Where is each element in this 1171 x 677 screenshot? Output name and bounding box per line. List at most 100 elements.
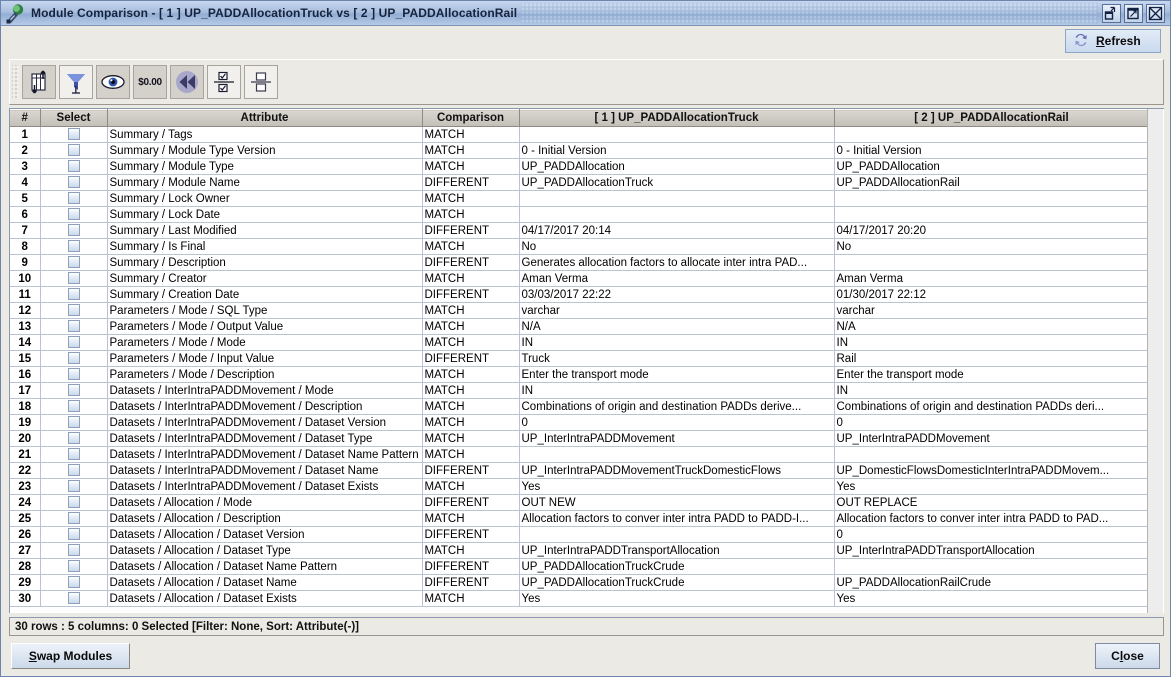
module-1-value-cell[interactable]: 0 - Initial Version — [519, 142, 835, 159]
comparison-cell[interactable]: MATCH — [422, 510, 520, 527]
row-number[interactable]: 23 — [10, 478, 41, 495]
attribute-cell[interactable]: Summary / Description — [107, 254, 423, 271]
attribute-cell[interactable]: Summary / Is Final — [107, 238, 423, 255]
module-2-value-cell[interactable]: IN — [834, 382, 1150, 399]
row-select-cell[interactable] — [40, 430, 108, 447]
module-2-value-cell[interactable]: UP_InterIntraPADDTransportAllocation — [834, 542, 1150, 559]
row-select-cell[interactable] — [40, 446, 108, 463]
attribute-cell[interactable]: Summary / Creator — [107, 270, 423, 287]
row-select-cell[interactable] — [40, 190, 108, 207]
module-2-value-cell[interactable]: No — [834, 238, 1150, 255]
table-row[interactable]: 27 Datasets / Allocation / Dataset Type MA… — [10, 542, 1150, 559]
table-row[interactable]: 1 Summary / Tags MATCH — [10, 126, 1150, 143]
row-select-cell[interactable] — [40, 142, 108, 159]
row-select-checkbox[interactable] — [67, 272, 80, 285]
module-2-value-cell[interactable]: UP_PADDAllocationRail — [834, 174, 1150, 191]
comparison-cell[interactable]: MATCH — [422, 158, 520, 175]
row-select-checkbox[interactable] — [67, 480, 80, 493]
module-1-value-cell[interactable]: UP_InterIntraPADDTransportAllocation — [519, 542, 835, 559]
module-1-value-cell[interactable]: 04/17/2017 20:14 — [519, 222, 835, 239]
comparison-cell[interactable]: DIFFERENT — [422, 462, 520, 479]
module-2-value-cell[interactable]: Yes — [834, 590, 1150, 607]
comparison-cell[interactable]: MATCH — [422, 190, 520, 207]
module-2-value-cell[interactable]: OUT REPLACE — [834, 494, 1150, 511]
row-select-cell[interactable] — [40, 462, 108, 479]
row-select-cell[interactable] — [40, 494, 108, 511]
attribute-cell[interactable]: Datasets / Allocation / Dataset Version — [107, 526, 423, 543]
comparison-cell[interactable]: MATCH — [422, 206, 520, 223]
attribute-cell[interactable]: Datasets / Allocation / Dataset Type — [107, 542, 423, 559]
module-2-value-cell[interactable] — [834, 254, 1150, 271]
row-select-cell[interactable] — [40, 350, 108, 367]
row-number[interactable]: 8 — [10, 238, 41, 255]
row-select-cell[interactable] — [40, 510, 108, 527]
comparison-cell[interactable]: MATCH — [422, 446, 520, 463]
row-number[interactable]: 22 — [10, 462, 41, 479]
row-select-checkbox[interactable] — [67, 544, 80, 557]
comparison-cell[interactable]: MATCH — [422, 590, 520, 607]
row-select-cell[interactable] — [40, 590, 108, 607]
row-number[interactable]: 15 — [10, 350, 41, 367]
row-select-cell[interactable] — [40, 574, 108, 591]
module-1-value-cell[interactable]: Allocation factors to conver inter intra… — [519, 510, 835, 527]
module-2-value-cell[interactable]: UP_InterIntraPADDMovement — [834, 430, 1150, 447]
row-select-cell[interactable] — [40, 334, 108, 351]
restore-icon[interactable] — [1102, 3, 1121, 23]
attribute-cell[interactable]: Datasets / Allocation / Dataset Name — [107, 574, 423, 591]
comparison-cell[interactable]: MATCH — [422, 430, 520, 447]
row-select-cell[interactable] — [40, 542, 108, 559]
attribute-cell[interactable]: Summary / Lock Date — [107, 206, 423, 223]
comparison-cell[interactable]: MATCH — [422, 542, 520, 559]
close-button[interactable]: Close — [1095, 643, 1160, 669]
attribute-cell[interactable]: Datasets / Allocation / Dataset Exists — [107, 590, 423, 607]
module-2-value-cell[interactable]: IN — [834, 334, 1150, 351]
module-1-value-cell[interactable] — [519, 190, 835, 207]
row-select-checkbox[interactable] — [67, 368, 80, 381]
row-select-checkbox[interactable] — [67, 160, 80, 173]
module-1-value-cell[interactable]: IN — [519, 382, 835, 399]
table-row[interactable]: 17 Datasets / InterIntraPADDMovement / Mo… — [10, 382, 1150, 399]
scrollbar-thumb[interactable] — [1149, 110, 1162, 580]
table-row[interactable]: 7 Summary / Last Modified DIFFERENT 04/17/2… — [10, 222, 1150, 239]
module-1-value-cell[interactable] — [519, 206, 835, 223]
attribute-cell[interactable]: Summary / Module Type Version — [107, 142, 423, 159]
row-select-checkbox[interactable] — [67, 448, 80, 461]
module-2-value-cell[interactable]: UP_PADDAllocation — [834, 158, 1150, 175]
attribute-cell[interactable]: Parameters / Mode / Description — [107, 366, 423, 383]
row-number[interactable]: 30 — [10, 590, 41, 607]
row-select-cell[interactable] — [40, 286, 108, 303]
module-2-value-cell[interactable]: Combinations of origin and destination P… — [834, 398, 1150, 415]
attribute-cell[interactable]: Datasets / InterIntraPADDMovement / Data… — [107, 446, 423, 463]
maximize-icon[interactable] — [1124, 3, 1143, 23]
comparison-cell[interactable]: DIFFERENT — [422, 558, 520, 575]
row-number[interactable]: 1 — [10, 126, 41, 143]
row-select-cell[interactable] — [40, 126, 108, 143]
comparison-cell[interactable]: MATCH — [422, 142, 520, 159]
row-select-checkbox[interactable] — [67, 208, 80, 221]
row-select-checkbox[interactable] — [67, 192, 80, 205]
row-select-checkbox[interactable] — [67, 384, 80, 397]
row-number[interactable]: 12 — [10, 302, 41, 319]
table-row[interactable]: 9 Summary / Description DIFFERENT Generates… — [10, 254, 1150, 271]
module-1-value-cell[interactable]: Enter the transport mode — [519, 366, 835, 383]
module-2-value-cell[interactable]: Yes — [834, 478, 1150, 495]
row-number[interactable]: 27 — [10, 542, 41, 559]
refresh-button[interactable]: Refresh — [1065, 29, 1161, 53]
module-1-value-cell[interactable]: UP_InterIntraPADDMovement — [519, 430, 835, 447]
attribute-cell[interactable]: Datasets / InterIntraPADDMovement / Data… — [107, 430, 423, 447]
module-1-value-cell[interactable]: IN — [519, 334, 835, 351]
table-row[interactable]: 14 Parameters / Mode / Mode MATCH IN IN — [10, 334, 1150, 351]
module-2-value-cell[interactable]: UP_PADDAllocationRailCrude — [834, 574, 1150, 591]
comparison-cell[interactable]: DIFFERENT — [422, 494, 520, 511]
module-2-value-cell[interactable]: 0 - Initial Version — [834, 142, 1150, 159]
row-select-checkbox[interactable] — [67, 320, 80, 333]
module-2-value-cell[interactable]: 0 — [834, 526, 1150, 543]
attribute-cell[interactable]: Parameters / Mode / SQL Type — [107, 302, 423, 319]
comparison-cell[interactable]: MATCH — [422, 270, 520, 287]
attribute-cell[interactable]: Datasets / InterIntraPADDMovement / Data… — [107, 478, 423, 495]
comparison-cell[interactable]: DIFFERENT — [422, 350, 520, 367]
row-number[interactable]: 20 — [10, 430, 41, 447]
group-split-icon[interactable] — [244, 65, 278, 99]
attribute-cell[interactable]: Datasets / Allocation / Dataset Name Pat… — [107, 558, 423, 575]
row-select-checkbox[interactable] — [67, 352, 80, 365]
